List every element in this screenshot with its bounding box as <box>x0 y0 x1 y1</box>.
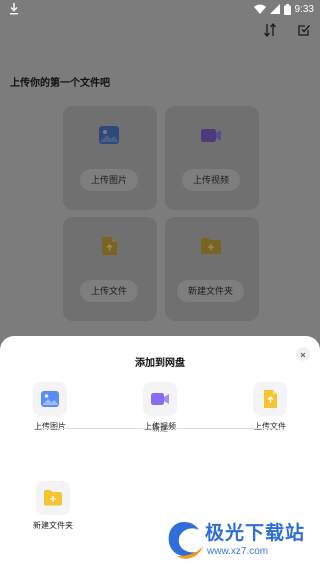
watermark: 极光下载站 www.xz7.com <box>163 516 313 566</box>
close-icon <box>300 352 306 358</box>
watermark-logo-icon <box>168 522 203 559</box>
watermark-url: www.xz7.com <box>207 546 269 557</box>
upload-image-card[interactable]: 上传图片 <box>63 106 157 210</box>
new-folder-card-label: 新建文件夹 <box>177 280 245 302</box>
status-bar: 9:33 <box>0 0 320 18</box>
signal-icon <box>269 4 280 14</box>
upload-image-card-label: 上传图片 <box>80 169 139 191</box>
select-icon[interactable] <box>297 23 311 37</box>
divider-right <box>177 428 280 429</box>
upload-video-card-label: 上传视频 <box>182 169 241 191</box>
page-heading: 上传你的第一个文件吧 <box>10 78 110 89</box>
battery-icon <box>283 3 291 15</box>
file-icon <box>264 390 277 408</box>
image-icon <box>41 391 59 407</box>
upload-file-card-label: 上传文件 <box>80 280 139 302</box>
sheet-new-folder-label: 新建文件夹 <box>33 521 73 530</box>
folder-icon <box>44 490 62 506</box>
status-time: 9:33 <box>294 3 314 15</box>
new-folder-card[interactable]: 新建文件夹 <box>165 217 259 321</box>
video-icon <box>151 393 169 405</box>
upload-video-card[interactable]: 上传视频 <box>165 106 259 210</box>
close-button[interactable] <box>296 347 310 361</box>
file-icon <box>102 237 117 255</box>
sort-icon[interactable] <box>263 23 277 37</box>
upload-file-card[interactable]: 上传文件 <box>63 217 157 321</box>
sheet-new-folder[interactable]: 新建文件夹 <box>23 481 83 531</box>
sheet-title: 添加到网盘 <box>135 358 185 369</box>
watermark-name: 极光下载站 <box>205 523 306 544</box>
video-icon <box>201 129 221 142</box>
wifi-icon <box>253 4 266 14</box>
image-icon <box>99 126 119 144</box>
download-icon <box>10 3 18 15</box>
folder-icon <box>201 238 221 254</box>
